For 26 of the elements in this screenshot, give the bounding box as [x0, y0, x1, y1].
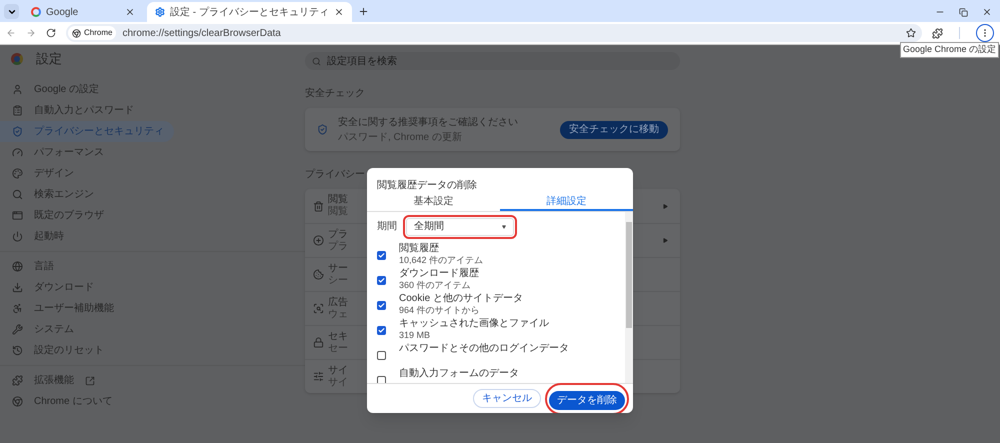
item-label: ダウンロード履歴 — [399, 268, 479, 280]
row-title: プラ — [328, 228, 348, 240]
row-title: 広告 — [328, 296, 348, 308]
row-title: 閲覧 — [328, 194, 348, 206]
dialog-title: 閲覧履歴データの削除 — [376, 178, 478, 193]
row-title: セキ — [328, 330, 348, 342]
item-detail: 360 件のアイテム — [399, 280, 472, 291]
tooltip: Google Chrome の設定 — [900, 42, 999, 58]
section-heading: プライバシー — [305, 168, 366, 182]
row-title: サイ — [328, 364, 348, 376]
tab-title: 設定 - プライバシーとセキュリティ — [170, 6, 329, 20]
item-label: パスワードとその他のログインデータ — [399, 343, 569, 355]
section-heading: 安全チェック — [305, 86, 366, 101]
item-detail: 964 件のサイトから — [399, 305, 481, 316]
tab-title: Google — [46, 6, 80, 20]
item-label: キャッシュされた画像とファイル — [399, 318, 549, 330]
item-detail: 10,642 件のアイテム — [399, 255, 484, 266]
card-text: 安全に関する推奨事項をご確認ください — [338, 116, 519, 130]
url-text: chrome://settings/clearBrowserData — [122, 26, 282, 40]
settings-title: 設定 — [36, 50, 62, 68]
item-label: Cookie と他のサイトデータ — [399, 293, 523, 305]
site-chip-label: Chrome — [84, 27, 112, 39]
item-label: 自動入力フォームのデータ — [399, 368, 519, 380]
item-label: 閲覧履歴 — [399, 243, 440, 255]
item-detail: 319 MB — [399, 330, 432, 341]
row-title: サー — [328, 262, 348, 274]
